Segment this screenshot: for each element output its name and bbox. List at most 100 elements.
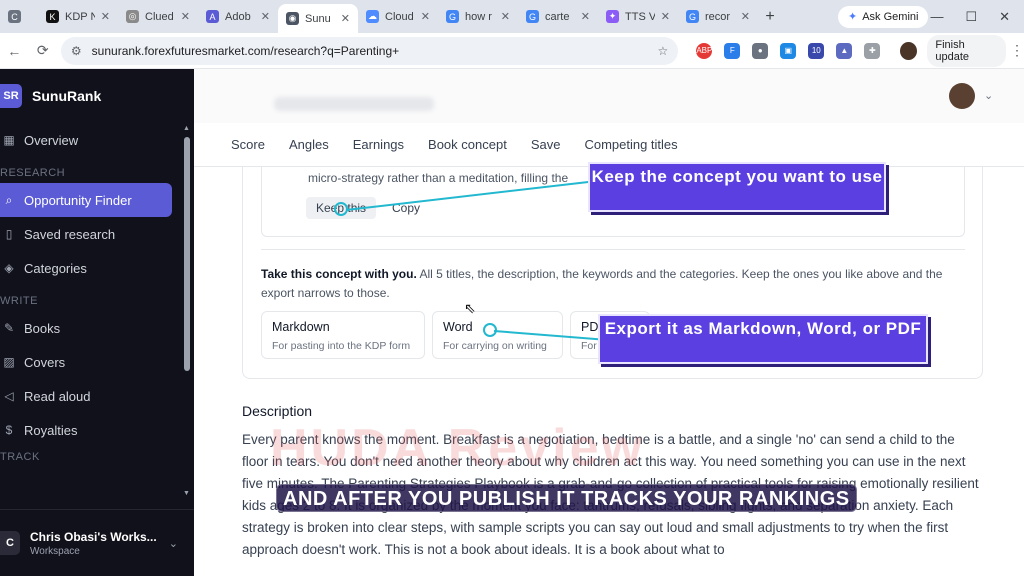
close-tab-icon[interactable]: ✕ <box>741 10 750 23</box>
workspace-avatar: C <box>0 531 20 555</box>
tab-favicon-icon: ✦ <box>606 10 619 23</box>
tab-angles[interactable]: Angles <box>289 137 329 152</box>
minimize-icon[interactable]: — <box>930 9 943 25</box>
new-tab-button[interactable]: + <box>758 8 782 26</box>
workspace-subtitle: Workspace <box>30 545 80 557</box>
tab-title: recor <box>705 10 731 23</box>
tab-score[interactable]: Score <box>231 137 265 152</box>
browser-tab[interactable]: ◎ Clued ✕ <box>118 4 198 30</box>
extension-calendar-icon[interactable]: 10 <box>808 42 825 59</box>
browser-tab[interactable]: Grecor ✕ <box>678 4 758 30</box>
tab-favicon-icon: G <box>446 10 459 23</box>
scroll-down-icon[interactable]: ▼ <box>183 490 190 497</box>
tab-favicon-icon: G <box>526 10 539 23</box>
browser-tab[interactable]: A Adob ✕ <box>198 4 278 30</box>
export-title: Take this concept with you. <box>261 267 417 281</box>
ask-gemini-button[interactable]: ✦ Ask Gemini <box>838 5 929 28</box>
browser-tab[interactable]: ✦ TTS V ✕ <box>598 4 678 30</box>
close-tab-icon[interactable]: ✕ <box>581 10 590 23</box>
browser-profile-avatar[interactable] <box>900 41 918 60</box>
back-icon[interactable]: ← <box>0 43 28 59</box>
browser-tab[interactable]: C <box>0 4 38 30</box>
sidebar-scrollbar[interactable]: ▲ ▼ <box>182 125 192 497</box>
tab-title: Adob <box>225 10 251 23</box>
extension-chart-icon[interactable]: ▲ <box>836 42 853 59</box>
tab-title: Sunu <box>305 12 331 25</box>
extension-screenshot-icon[interactable]: ▣ <box>780 42 797 59</box>
browser-tab[interactable]: ◉ Sunu ✕ <box>278 4 358 33</box>
brand-name: SunuRank <box>32 88 102 104</box>
dollar-icon: $ <box>5 423 13 437</box>
top-bar: ⌄ <box>194 69 1024 123</box>
reload-icon[interactable]: ⟳ <box>28 42 56 59</box>
browser-toolbar: ← ⟳ ⚙ sunurank.forexfuturesmarket.com/re… <box>0 33 1024 69</box>
tab-title: Clued <box>145 10 174 23</box>
address-bar[interactable]: ⚙ sunurank.forexfuturesmarket.com/resear… <box>60 36 679 65</box>
video-caption: AND AFTER YOU PUBLISH IT TRACKS YOUR RAN… <box>276 484 857 512</box>
tab-title: KDP N <box>65 10 95 23</box>
close-tab-icon[interactable]: ✕ <box>181 10 190 23</box>
close-tab-icon[interactable]: ✕ <box>661 10 670 23</box>
browser-tab[interactable]: K KDP N ✕ <box>38 4 118 30</box>
sidebar-item-royalties[interactable]: $ Royalties <box>0 413 172 447</box>
tab-save[interactable]: Save <box>531 137 561 152</box>
maximize-icon[interactable]: ☐ <box>965 9 977 25</box>
blurred-page-title <box>274 97 434 111</box>
adblock-icon[interactable]: ABP <box>696 42 712 59</box>
close-tab-icon[interactable]: ✕ <box>501 10 510 23</box>
sidebar-item-books[interactable]: ✎ Books <box>0 311 172 345</box>
finish-update-button[interactable]: Finish update <box>927 34 1006 67</box>
close-tab-icon[interactable]: ✕ <box>341 12 350 25</box>
sidebar-item-saved-research[interactable]: ▯ Saved research <box>0 217 172 251</box>
close-tab-icon[interactable]: ✕ <box>421 10 430 23</box>
option-desc: For pasting into the KDP form <box>272 340 411 352</box>
sidebar-item-read-aloud[interactable]: ◁ Read aloud <box>0 379 172 413</box>
brand-logo: SR <box>0 84 22 108</box>
brand[interactable]: SR SunuRank <box>0 69 194 123</box>
export-markdown-button[interactable]: Markdown For pasting into the KDP form <box>261 311 425 359</box>
close-tab-icon[interactable]: ✕ <box>261 10 270 23</box>
tab-earnings[interactable]: Earnings <box>353 137 404 152</box>
tab-book-concept[interactable]: Book concept <box>428 137 507 152</box>
chevron-down-icon[interactable]: ⌄ <box>984 89 993 102</box>
browser-menu-icon[interactable]: ⋮ <box>1010 42 1024 59</box>
site-info-icon[interactable]: ⚙ <box>71 44 82 58</box>
sidebar-item-covers[interactable]: ▨ Covers <box>0 345 172 379</box>
sidebar-item-label: Categories <box>24 260 87 276</box>
close-window-icon[interactable]: ✕ <box>999 9 1010 25</box>
tab-title: Cloud <box>385 10 414 23</box>
gemini-sparkle-icon: ✦ <box>848 11 858 23</box>
scrollbar-thumb[interactable] <box>184 137 190 371</box>
sidebar-item-label: Opportunity Finder <box>24 192 132 208</box>
sidebar-item-opportunity-finder[interactable]: ⌕ Opportunity Finder <box>0 183 172 217</box>
close-tab-icon[interactable]: ✕ <box>101 10 110 23</box>
pencil-icon: ✎ <box>3 321 15 335</box>
tab-favicon-icon: ☁ <box>366 10 379 23</box>
sidebar-item-label: Books <box>24 320 61 336</box>
tab-competing-titles[interactable]: Competing titles <box>584 137 677 152</box>
extension-f-icon[interactable]: F <box>724 42 741 59</box>
tab-favicon-icon: K <box>46 10 59 23</box>
tab-favicon-icon: ◉ <box>286 12 299 25</box>
bookmark-icon: ▯ <box>5 227 13 241</box>
workspace-switcher[interactable]: C Chris Obasi's Works... Workspace ⌄ <box>0 509 194 576</box>
watermark: HUDA Review <box>270 419 645 477</box>
user-avatar[interactable] <box>949 83 975 109</box>
browser-tab[interactable]: ☁ Cloud ✕ <box>358 4 438 30</box>
browser-tab[interactable]: Ghow r ✕ <box>438 4 518 30</box>
callout-export: Export it as Markdown, Word, or PDF <box>598 314 928 364</box>
option-title: Markdown <box>272 320 330 334</box>
bookmark-star-icon[interactable]: ☆ <box>658 44 669 58</box>
tab-favicon-icon: C <box>8 10 21 23</box>
browser-tab[interactable]: Gcarte ✕ <box>518 4 598 30</box>
sidebar-item-overview[interactable]: ▦ Overview <box>0 123 172 157</box>
scroll-up-icon[interactable]: ▲ <box>183 125 190 132</box>
tab-favicon-icon: ◎ <box>126 10 139 23</box>
sidebar-item-categories[interactable]: ◈ Categories <box>0 251 172 285</box>
extension-lock-icon[interactable]: ● <box>752 42 769 59</box>
section-tabs: Score Angles Earnings Book concept Save Compe… <box>194 123 1024 167</box>
extensions-puzzle-icon[interactable]: ✚ <box>864 42 881 59</box>
ask-gemini-label: Ask Gemini <box>862 10 919 23</box>
tab-title: carte <box>545 10 570 23</box>
url-text: sunurank.forexfuturesmarket.com/research… <box>91 43 400 58</box>
